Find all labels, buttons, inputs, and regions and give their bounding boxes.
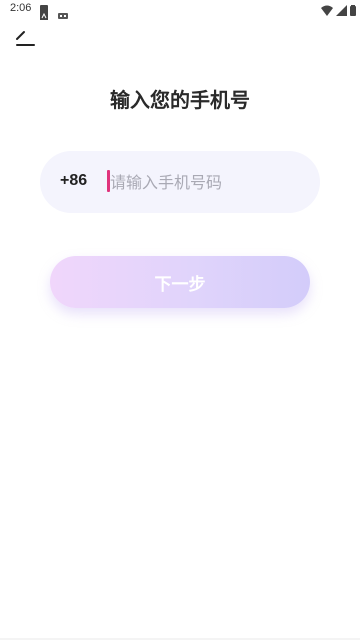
page-title: 输入您的手机号 xyxy=(110,88,250,112)
country-code[interactable]: +86 xyxy=(60,172,87,190)
back-button[interactable] xyxy=(10,24,42,52)
next-button[interactable]: 下一步 xyxy=(50,256,310,308)
back-arrow-icon xyxy=(16,31,35,46)
wifi-icon xyxy=(321,1,333,20)
battery-icon xyxy=(350,1,356,20)
next-button-label: 下一步 xyxy=(154,274,206,295)
phone-input[interactable] xyxy=(110,165,300,199)
status-bar: 2:06 xyxy=(0,0,360,20)
signal-icon xyxy=(336,1,347,20)
phone-field[interactable]: +86 xyxy=(40,151,320,213)
status-right-icons xyxy=(321,3,356,17)
notification-a-icon xyxy=(40,5,48,20)
notification-b-icon xyxy=(58,5,68,19)
status-time: 2:06 xyxy=(10,2,32,14)
